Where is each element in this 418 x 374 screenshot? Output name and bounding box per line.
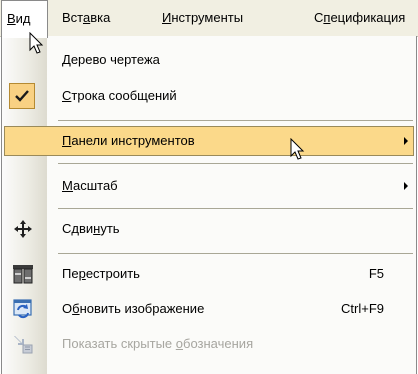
label-post: новить изображение bbox=[79, 301, 205, 316]
menu-item-rebuild-label: Перестроить bbox=[62, 259, 140, 289]
menu-insert-label-pre: Вст bbox=[62, 10, 83, 25]
menu-view-label-accel: В bbox=[7, 11, 16, 26]
label-pre: О bbox=[62, 301, 73, 316]
menu-insert-label-post: вка bbox=[90, 10, 111, 25]
menu-item-show-hidden-label: Показать скрытые обозначения bbox=[62, 329, 253, 359]
label-post: уть bbox=[100, 221, 120, 236]
menu-item-toolbars[interactable]: Панели инструментов bbox=[4, 126, 414, 156]
pan-arrows-icon bbox=[14, 220, 32, 238]
menu-item-status-bar[interactable]: Строка сообщений bbox=[4, 81, 414, 111]
menu-item-rebuild[interactable]: Перестроить F5 bbox=[4, 259, 414, 289]
label-post: асштаб bbox=[72, 178, 118, 193]
label-post: ерево чертежа bbox=[70, 52, 160, 67]
submenu-arrow-icon bbox=[404, 182, 408, 190]
label-post: анели инструментов bbox=[71, 133, 195, 148]
menu-item-drawing-tree[interactable]: Дерево чертежа bbox=[4, 45, 414, 75]
menu-item-refresh-shortcut: Ctrl+F9 bbox=[341, 301, 384, 316]
menu-separator bbox=[58, 163, 413, 164]
menu-item-zoom-label: Масштаб bbox=[62, 171, 118, 201]
menu-item-show-hidden-designations: Показать скрытые обозначения bbox=[4, 329, 414, 359]
label-pre: Пе bbox=[62, 266, 79, 281]
menu-item-refresh-label: Обновить изображение bbox=[62, 294, 204, 324]
menu-view[interactable]: Вид bbox=[1, 0, 48, 38]
label-post: бозначения bbox=[183, 336, 254, 351]
menu-item-status-bar-label: Строка сообщений bbox=[62, 81, 177, 111]
label-accel: о bbox=[175, 336, 184, 351]
menu-item-zoom[interactable]: Масштаб bbox=[4, 171, 414, 201]
menu-item-rebuild-shortcut: F5 bbox=[368, 266, 384, 281]
menu-tools[interactable]: Инструменты bbox=[157, 0, 305, 36]
label-pre: Показать скрытые bbox=[62, 336, 176, 351]
menu-bar: Вид Вставка Инструменты Спецификация bbox=[0, 0, 418, 38]
menu-tools-label-post: нструменты bbox=[171, 10, 244, 25]
label-pre: Сдви bbox=[62, 221, 94, 236]
rebuild-icon bbox=[13, 265, 33, 284]
menu-insert[interactable]: Вставка bbox=[57, 0, 152, 36]
view-menu-dropdown: Дерево чертежа Строка сообщений Панели и… bbox=[1, 36, 417, 374]
checked-indicator bbox=[9, 83, 35, 109]
label-post: естроить bbox=[85, 266, 140, 281]
refresh-icon bbox=[13, 299, 32, 319]
hidden-designations-icon bbox=[14, 336, 33, 354]
label-accel: б bbox=[72, 301, 80, 316]
label-accel: Д bbox=[62, 52, 71, 67]
menu-item-toolbars-label: Панели инструментов bbox=[62, 126, 195, 156]
menu-item-refresh[interactable]: Обновить изображение Ctrl+F9 bbox=[4, 294, 414, 324]
label-accel: П bbox=[62, 133, 72, 148]
menu-tools-label-accel: И bbox=[162, 10, 172, 25]
menu-separator bbox=[58, 253, 413, 254]
checkmark-icon bbox=[15, 90, 29, 102]
menu-view-label-post: ид bbox=[15, 11, 31, 26]
label-accel: р bbox=[78, 266, 86, 281]
label-accel: М bbox=[62, 178, 73, 193]
menu-specification[interactable]: Спецификация bbox=[309, 0, 418, 36]
submenu-arrow-icon bbox=[404, 137, 408, 145]
menu-item-drawing-tree-label: Дерево чертежа bbox=[62, 45, 160, 75]
menu-item-pan-label: Сдвинуть bbox=[62, 214, 120, 244]
label-accel: С bbox=[62, 88, 72, 103]
label-post: трока сообщений bbox=[71, 88, 177, 103]
menu-spec-label-post: ецификация bbox=[330, 10, 406, 25]
menu-spec-label-pre: С bbox=[314, 10, 324, 25]
menu-separator bbox=[58, 208, 413, 209]
menu-item-pan[interactable]: Сдвинуть bbox=[4, 214, 414, 244]
menu-separator bbox=[58, 120, 413, 121]
